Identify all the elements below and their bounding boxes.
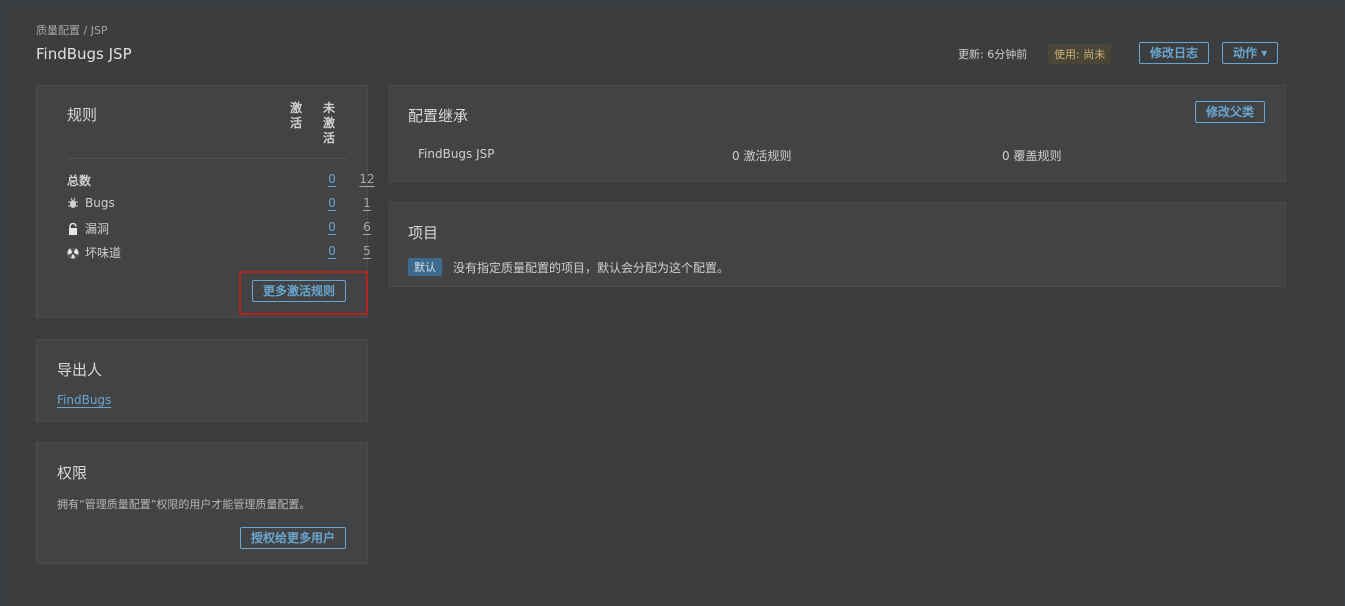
rules-panel: 规则 激 活 未 激 活 总数 0 12 Bugs 0 1 漏洞 0 6 坏味道… <box>36 85 375 318</box>
change-parent-button[interactable]: 修改父类 <box>1194 101 1265 123</box>
inheritance-active-rules: 0 激活规则 <box>732 149 792 163</box>
exporters-panel: 导出人 FindBugs <box>36 339 368 422</box>
inactive-count-link[interactable]: 12 <box>357 172 377 186</box>
column-header-inactive: 未 激 活 <box>322 101 335 145</box>
inheritance-panel: 配置继承 修改父类 FindBugs JSP 0 激活规则 0 覆盖规则 <box>389 85 1286 182</box>
exporter-link[interactable]: FindBugs <box>57 393 111 407</box>
default-badge: 默认 <box>408 258 442 276</box>
rules-title: 规则 <box>67 106 98 124</box>
column-header-active: 激 活 <box>289 101 302 130</box>
lock-icon <box>67 222 79 235</box>
projects-note: 没有指定质量配置的项目，默认会分配为这个配置。 <box>453 261 730 275</box>
radiation-icon <box>67 247 79 259</box>
inactive-count-link[interactable]: 1 <box>357 196 377 210</box>
active-count-link[interactable]: 0 <box>322 220 342 234</box>
actions-dropdown-button[interactable]: 动作 ▾ <box>1222 42 1279 64</box>
projects-panel: 项目 默认 没有指定质量配置的项目，默认会分配为这个配置。 <box>389 202 1286 287</box>
active-count-link[interactable]: 0 <box>322 244 342 258</box>
permissions-panel: 权限 拥有“管理质量配置”权限的用户才能管理质量配置。 授权给更多用户 <box>36 442 368 564</box>
projects-title: 项目 <box>408 224 439 242</box>
rule-row-bugs: Bugs 0 1 <box>67 194 371 214</box>
permissions-title: 权限 <box>57 464 88 482</box>
usage-badge: 使用: 尚未 <box>1048 44 1112 64</box>
grant-more-users-button[interactable]: 授权给更多用户 <box>240 527 347 549</box>
page-title: FindBugs JSP <box>36 45 132 63</box>
updated-text: 更新: 6分钟前 <box>958 48 1028 61</box>
activate-more-rules-button[interactable]: 更多激活规则 <box>252 280 347 302</box>
rule-row-vulnerabilities: 漏洞 0 6 <box>67 218 371 238</box>
breadcrumb[interactable]: 质量配置 / JSP <box>36 22 108 38</box>
inheritance-profile-name: FindBugs JSP <box>418 147 495 161</box>
inactive-count-link[interactable]: 6 <box>357 220 377 234</box>
inheritance-overrides: 0 覆盖规则 <box>1002 149 1062 163</box>
app-frame: 质量配置 / JSP FindBugs JSP 更新: 6分钟前 使用: 尚未 … <box>0 0 1345 606</box>
active-count-link[interactable]: 0 <box>322 196 342 210</box>
active-count-link[interactable]: 0 <box>322 172 342 186</box>
rule-row-code-smells: 坏味道 0 5 <box>67 242 371 262</box>
permissions-description: 拥有“管理质量配置”权限的用户才能管理质量配置。 <box>57 498 311 511</box>
inheritance-title: 配置继承 <box>408 107 469 125</box>
inactive-count-link[interactable]: 5 <box>357 244 377 258</box>
exporters-title: 导出人 <box>57 361 103 379</box>
bug-icon <box>67 197 79 209</box>
divider <box>67 158 347 159</box>
changelog-button[interactable]: 修改日志 <box>1139 42 1210 64</box>
rule-row-total: 总数 0 12 <box>67 170 375 190</box>
